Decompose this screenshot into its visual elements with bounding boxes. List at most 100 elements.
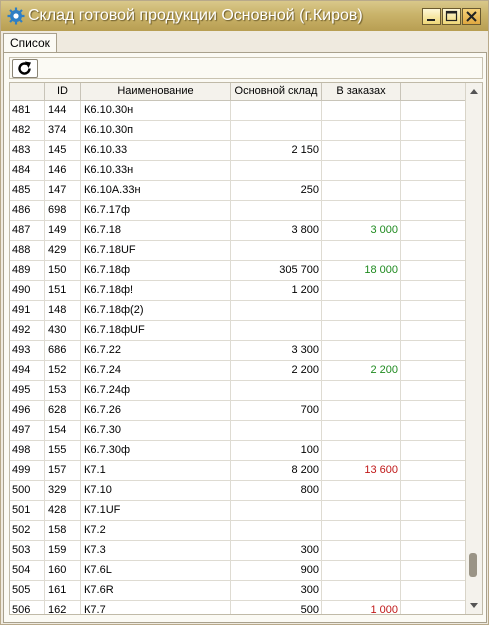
cell-in-orders bbox=[322, 441, 401, 460]
cell-id: 153 bbox=[45, 381, 81, 400]
cell-rownum: 504 bbox=[10, 561, 45, 580]
cell-id: 329 bbox=[45, 481, 81, 500]
cell-in-orders bbox=[322, 161, 401, 180]
cell-name: К6.7.24ф bbox=[81, 381, 231, 400]
cell-in-orders: 2 200 bbox=[322, 361, 401, 380]
cell-in-orders bbox=[322, 401, 401, 420]
table-row[interactable]: 506 162 К7.7 500 1 000 bbox=[10, 601, 466, 614]
table-row[interactable]: 481 144 К6.10.30н bbox=[10, 101, 466, 121]
cell-name: К6.7.18ф(2) bbox=[81, 301, 231, 320]
cell-rownum: 485 bbox=[10, 181, 45, 200]
cell-in-orders bbox=[322, 181, 401, 200]
cell-id: 374 bbox=[45, 121, 81, 140]
refresh-button[interactable] bbox=[12, 59, 38, 78]
table-row[interactable]: 487 149 К6.7.18 3 800 3 000 bbox=[10, 221, 466, 241]
cell-empty bbox=[401, 601, 466, 614]
cell-rownum: 501 bbox=[10, 501, 45, 520]
table-row[interactable]: 483 145 К6.10.33 2 150 bbox=[10, 141, 466, 161]
cell-name: К7.1 bbox=[81, 461, 231, 480]
scroll-up-icon[interactable] bbox=[468, 87, 480, 97]
close-button[interactable] bbox=[462, 8, 481, 25]
table-row[interactable]: 486 698 К6.7.17ф bbox=[10, 201, 466, 221]
cell-empty bbox=[401, 581, 466, 600]
table-row[interactable]: 500 329 К7.10 800 bbox=[10, 481, 466, 501]
cell-main-stock: 3 300 bbox=[231, 341, 322, 360]
column-header-id[interactable]: ID bbox=[45, 83, 81, 100]
cell-in-orders bbox=[322, 541, 401, 560]
cell-rownum: 499 bbox=[10, 461, 45, 480]
cell-main-stock bbox=[231, 521, 322, 540]
table-row[interactable]: 497 154 К6.7.30 bbox=[10, 421, 466, 441]
cell-in-orders bbox=[322, 101, 401, 120]
table-row[interactable]: 485 147 К6.10А.33н 250 bbox=[10, 181, 466, 201]
cell-empty bbox=[401, 381, 466, 400]
column-header-in-orders[interactable]: В заказах bbox=[322, 83, 401, 100]
cell-main-stock bbox=[231, 101, 322, 120]
cell-in-orders bbox=[322, 281, 401, 300]
cell-rownum: 492 bbox=[10, 321, 45, 340]
table-row[interactable]: 492 430 К6.7.18фUF bbox=[10, 321, 466, 341]
cell-main-stock: 250 bbox=[231, 181, 322, 200]
cell-name: К7.10 bbox=[81, 481, 231, 500]
table-row[interactable]: 499 157 К7.1 8 200 13 600 bbox=[10, 461, 466, 481]
cell-rownum: 506 bbox=[10, 601, 45, 614]
table-row[interactable]: 482 374 К6.10.30п bbox=[10, 121, 466, 141]
cell-main-stock: 900 bbox=[231, 561, 322, 580]
cell-rownum: 497 bbox=[10, 421, 45, 440]
scroll-thumb[interactable] bbox=[469, 553, 477, 578]
title-bar[interactable]: Склад готовой продукции Основной (г.Киро… bbox=[1, 1, 488, 31]
cell-main-stock: 100 bbox=[231, 441, 322, 460]
cell-empty bbox=[401, 141, 466, 160]
cell-name: К7.2 bbox=[81, 521, 231, 540]
cell-id: 145 bbox=[45, 141, 81, 160]
cell-empty bbox=[401, 481, 466, 500]
column-header-main-stock[interactable]: Основной склад bbox=[231, 83, 322, 100]
table-row[interactable]: 503 159 К7.3 300 bbox=[10, 541, 466, 561]
list-panel: ID Наименование Основной склад В заказах… bbox=[3, 52, 487, 623]
cell-name: К6.7.17ф bbox=[81, 201, 231, 220]
table-row[interactable]: 502 158 К7.2 bbox=[10, 521, 466, 541]
table-row[interactable]: 489 150 К6.7.18ф 305 700 18 000 bbox=[10, 261, 466, 281]
cell-main-stock bbox=[231, 501, 322, 520]
cell-id: 160 bbox=[45, 561, 81, 580]
cell-main-stock: 300 bbox=[231, 541, 322, 560]
cell-rownum: 489 bbox=[10, 261, 45, 280]
cell-main-stock: 305 700 bbox=[231, 261, 322, 280]
cell-empty bbox=[401, 441, 466, 460]
tab-list[interactable]: Список bbox=[3, 33, 57, 53]
maximize-button[interactable] bbox=[442, 8, 461, 25]
cell-rownum: 505 bbox=[10, 581, 45, 600]
cell-empty bbox=[401, 461, 466, 480]
table-row[interactable]: 494 152 К6.7.24 2 200 2 200 bbox=[10, 361, 466, 381]
cell-name: К6.7.18ф! bbox=[81, 281, 231, 300]
table-row[interactable]: 505 161 К7.6R 300 bbox=[10, 581, 466, 601]
table-row[interactable]: 504 160 К7.6L 900 bbox=[10, 561, 466, 581]
column-header-name[interactable]: Наименование bbox=[81, 83, 231, 100]
cell-in-orders bbox=[322, 521, 401, 540]
cell-empty bbox=[401, 321, 466, 340]
column-header-rownum[interactable] bbox=[10, 83, 45, 100]
cell-empty bbox=[401, 241, 466, 260]
maximize-icon bbox=[445, 10, 458, 22]
cell-id: 162 bbox=[45, 601, 81, 614]
table-row[interactable]: 484 146 К6.10.33н bbox=[10, 161, 466, 181]
cell-empty bbox=[401, 561, 466, 580]
cell-main-stock: 8 200 bbox=[231, 461, 322, 480]
cell-in-orders bbox=[322, 141, 401, 160]
table-row[interactable]: 496 628 К6.7.26 700 bbox=[10, 401, 466, 421]
cell-id: 159 bbox=[45, 541, 81, 560]
scroll-down-icon[interactable] bbox=[468, 600, 480, 610]
minimize-button[interactable] bbox=[422, 8, 441, 25]
cell-name: К6.7.18ф bbox=[81, 261, 231, 280]
cell-empty bbox=[401, 121, 466, 140]
vertical-scrollbar[interactable] bbox=[465, 83, 482, 614]
table-row[interactable]: 498 155 К6.7.30ф 100 bbox=[10, 441, 466, 461]
cell-main-stock bbox=[231, 321, 322, 340]
cell-in-orders: 18 000 bbox=[322, 261, 401, 280]
table-row[interactable]: 488 429 К6.7.18UF bbox=[10, 241, 466, 261]
table-row[interactable]: 495 153 К6.7.24ф bbox=[10, 381, 466, 401]
table-row[interactable]: 491 148 К6.7.18ф(2) bbox=[10, 301, 466, 321]
table-row[interactable]: 490 151 К6.7.18ф! 1 200 bbox=[10, 281, 466, 301]
table-row[interactable]: 501 428 К7.1UF bbox=[10, 501, 466, 521]
table-row[interactable]: 493 686 К6.7.22 3 300 bbox=[10, 341, 466, 361]
